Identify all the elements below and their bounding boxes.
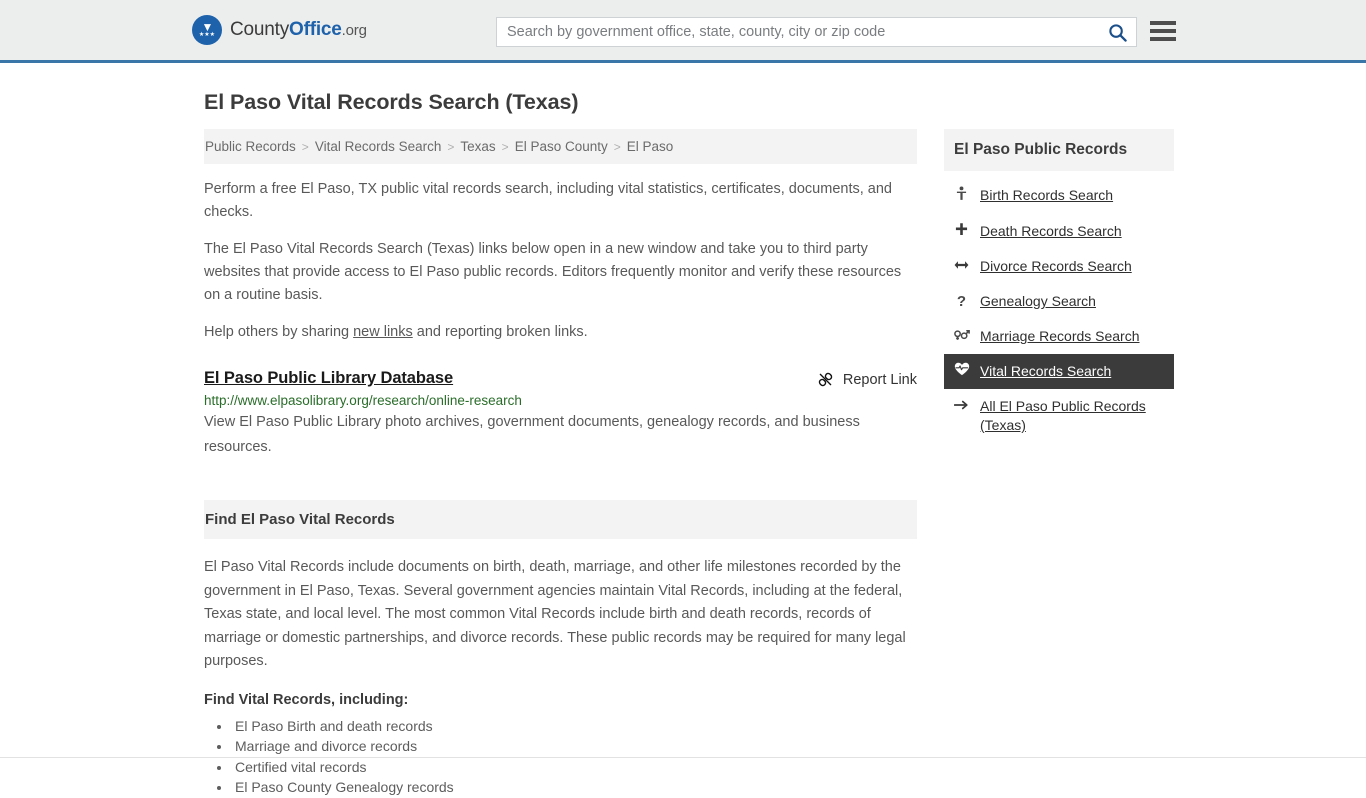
content-container: El Paso Vital Records Search (Texas) Pub…: [204, 63, 1174, 798]
sidebar-list: Birth Records Search Death Records Searc…: [944, 178, 1174, 443]
breadcrumb: Public Records > Vital Records Search > …: [204, 129, 917, 164]
result-title-link[interactable]: El Paso Public Library Database: [204, 369, 453, 388]
two-column-layout: Public Records > Vital Records Search > …: [204, 129, 1174, 798]
sidebar: El Paso Public Records Birth Records Sea…: [944, 129, 1174, 443]
search-result-item: El Paso Public Library Database Report L…: [204, 369, 917, 460]
new-links-link[interactable]: new links: [353, 324, 413, 340]
cross-icon: [954, 222, 969, 241]
sidebar-item-divorce-records-search[interactable]: Divorce Records Search: [944, 249, 1174, 284]
left-right-arrow-icon: [954, 257, 969, 276]
breadcrumb-item-el-paso[interactable]: El Paso: [627, 139, 674, 154]
list-item: El Paso Birth and death records: [232, 716, 917, 736]
hamburger-bar: [1150, 37, 1176, 41]
share-text-before: Help others by sharing: [204, 324, 354, 340]
sidebar-item-label: Birth Records Search: [980, 187, 1114, 203]
brand-wordmark: CountyOffice.org: [230, 19, 367, 41]
question-mark-icon: ?: [956, 293, 967, 310]
site-header: ▼ ★★★ CountyOffice.org: [0, 0, 1366, 63]
sidebar-item-genealogy-search[interactable]: ? Genealogy Search: [944, 284, 1174, 319]
search-input[interactable]: [497, 18, 1098, 46]
site-logo[interactable]: ▼ ★★★ CountyOffice.org: [192, 15, 367, 45]
main-column: Public Records > Vital Records Search > …: [204, 129, 917, 798]
sidebar-item-death-records-search[interactable]: Death Records Search: [944, 214, 1174, 249]
search-icon: [1108, 23, 1127, 42]
section-sub-heading: Find Vital Records, including:: [204, 691, 409, 708]
page-body: El Paso Vital Records Search (Texas) Pub…: [0, 63, 1366, 798]
breadcrumb-separator: >: [447, 139, 455, 154]
venus-mars-icon: [954, 327, 970, 346]
heartbeat-icon: [954, 362, 970, 381]
search-bar: [496, 17, 1137, 47]
section-heading: Find El Paso Vital Records: [204, 500, 917, 539]
sidebar-item-label: Death Records Search: [980, 223, 1122, 239]
hamburger-bar: [1150, 21, 1176, 25]
sidebar-item-label: All El Paso Public Records (Texas): [980, 398, 1146, 433]
sidebar-item-all-public-records[interactable]: All El Paso Public Records (Texas): [944, 389, 1174, 443]
breadcrumb-separator: >: [613, 139, 621, 154]
hamburger-bar: [1150, 29, 1176, 33]
section-body-text: El Paso Vital Records include documents …: [204, 559, 906, 669]
breadcrumb-separator: >: [301, 139, 309, 154]
result-description: View El Paso Public Library photo archiv…: [204, 414, 860, 455]
find-vital-records-section: Find El Paso Vital Records El Paso Vital…: [204, 500, 917, 797]
arrow-right-icon: [953, 397, 969, 416]
breadcrumb-item-public-records[interactable]: Public Records: [205, 139, 296, 154]
intro-paragraph-3: Help others by sharing new links and rep…: [204, 321, 912, 344]
search-button[interactable]: [1098, 18, 1136, 46]
sidebar-item-label: Divorce Records Search: [980, 258, 1132, 274]
sidebar-item-vital-records-search[interactable]: Vital Records Search: [944, 354, 1174, 389]
page-title: El Paso Vital Records Search (Texas): [204, 90, 579, 114]
intro-paragraph-1: Perform a free El Paso, TX public vital …: [204, 181, 892, 220]
sidebar-heading: El Paso Public Records: [944, 129, 1174, 171]
baby-icon: [954, 186, 969, 206]
result-url[interactable]: http://www.elpasolibrary.org/research/on…: [204, 393, 917, 408]
breadcrumb-item-el-paso-county[interactable]: El Paso County: [515, 139, 608, 154]
broken-link-icon: [818, 372, 833, 387]
list-item: Marriage and divorce records: [232, 736, 917, 756]
sidebar-item-marriage-records-search[interactable]: Marriage Records Search: [944, 319, 1174, 354]
breadcrumb-item-vital-records-search[interactable]: Vital Records Search: [315, 139, 442, 154]
list-item: Certified vital records: [232, 757, 917, 777]
breadcrumb-separator: >: [501, 139, 509, 154]
sidebar-item-label: Genealogy Search: [980, 293, 1096, 309]
sidebar-item-birth-records-search[interactable]: Birth Records Search: [944, 178, 1174, 214]
brand-bold: Office: [289, 19, 342, 40]
report-link-label: Report Link: [842, 371, 917, 388]
list-item: El Paso County Genealogy records: [232, 777, 917, 797]
sidebar-item-label: Marriage Records Search: [980, 328, 1140, 344]
hamburger-menu-icon[interactable]: [1150, 19, 1176, 43]
brand-tld: .org: [341, 22, 367, 39]
eagle-logo-icon: ▼ ★★★: [192, 15, 222, 45]
sidebar-item-label: Vital Records Search: [980, 363, 1112, 379]
share-text-after: and reporting broken links.: [412, 324, 588, 340]
brand-prefix: County: [230, 19, 290, 40]
result-header-row: El Paso Public Library Database Report L…: [204, 369, 917, 388]
breadcrumb-item-texas[interactable]: Texas: [460, 139, 495, 154]
intro-paragraph-2: The El Paso Vital Records Search (Texas)…: [204, 241, 902, 303]
footer-divider: [0, 757, 1366, 758]
report-link-button[interactable]: Report Link: [817, 369, 917, 388]
